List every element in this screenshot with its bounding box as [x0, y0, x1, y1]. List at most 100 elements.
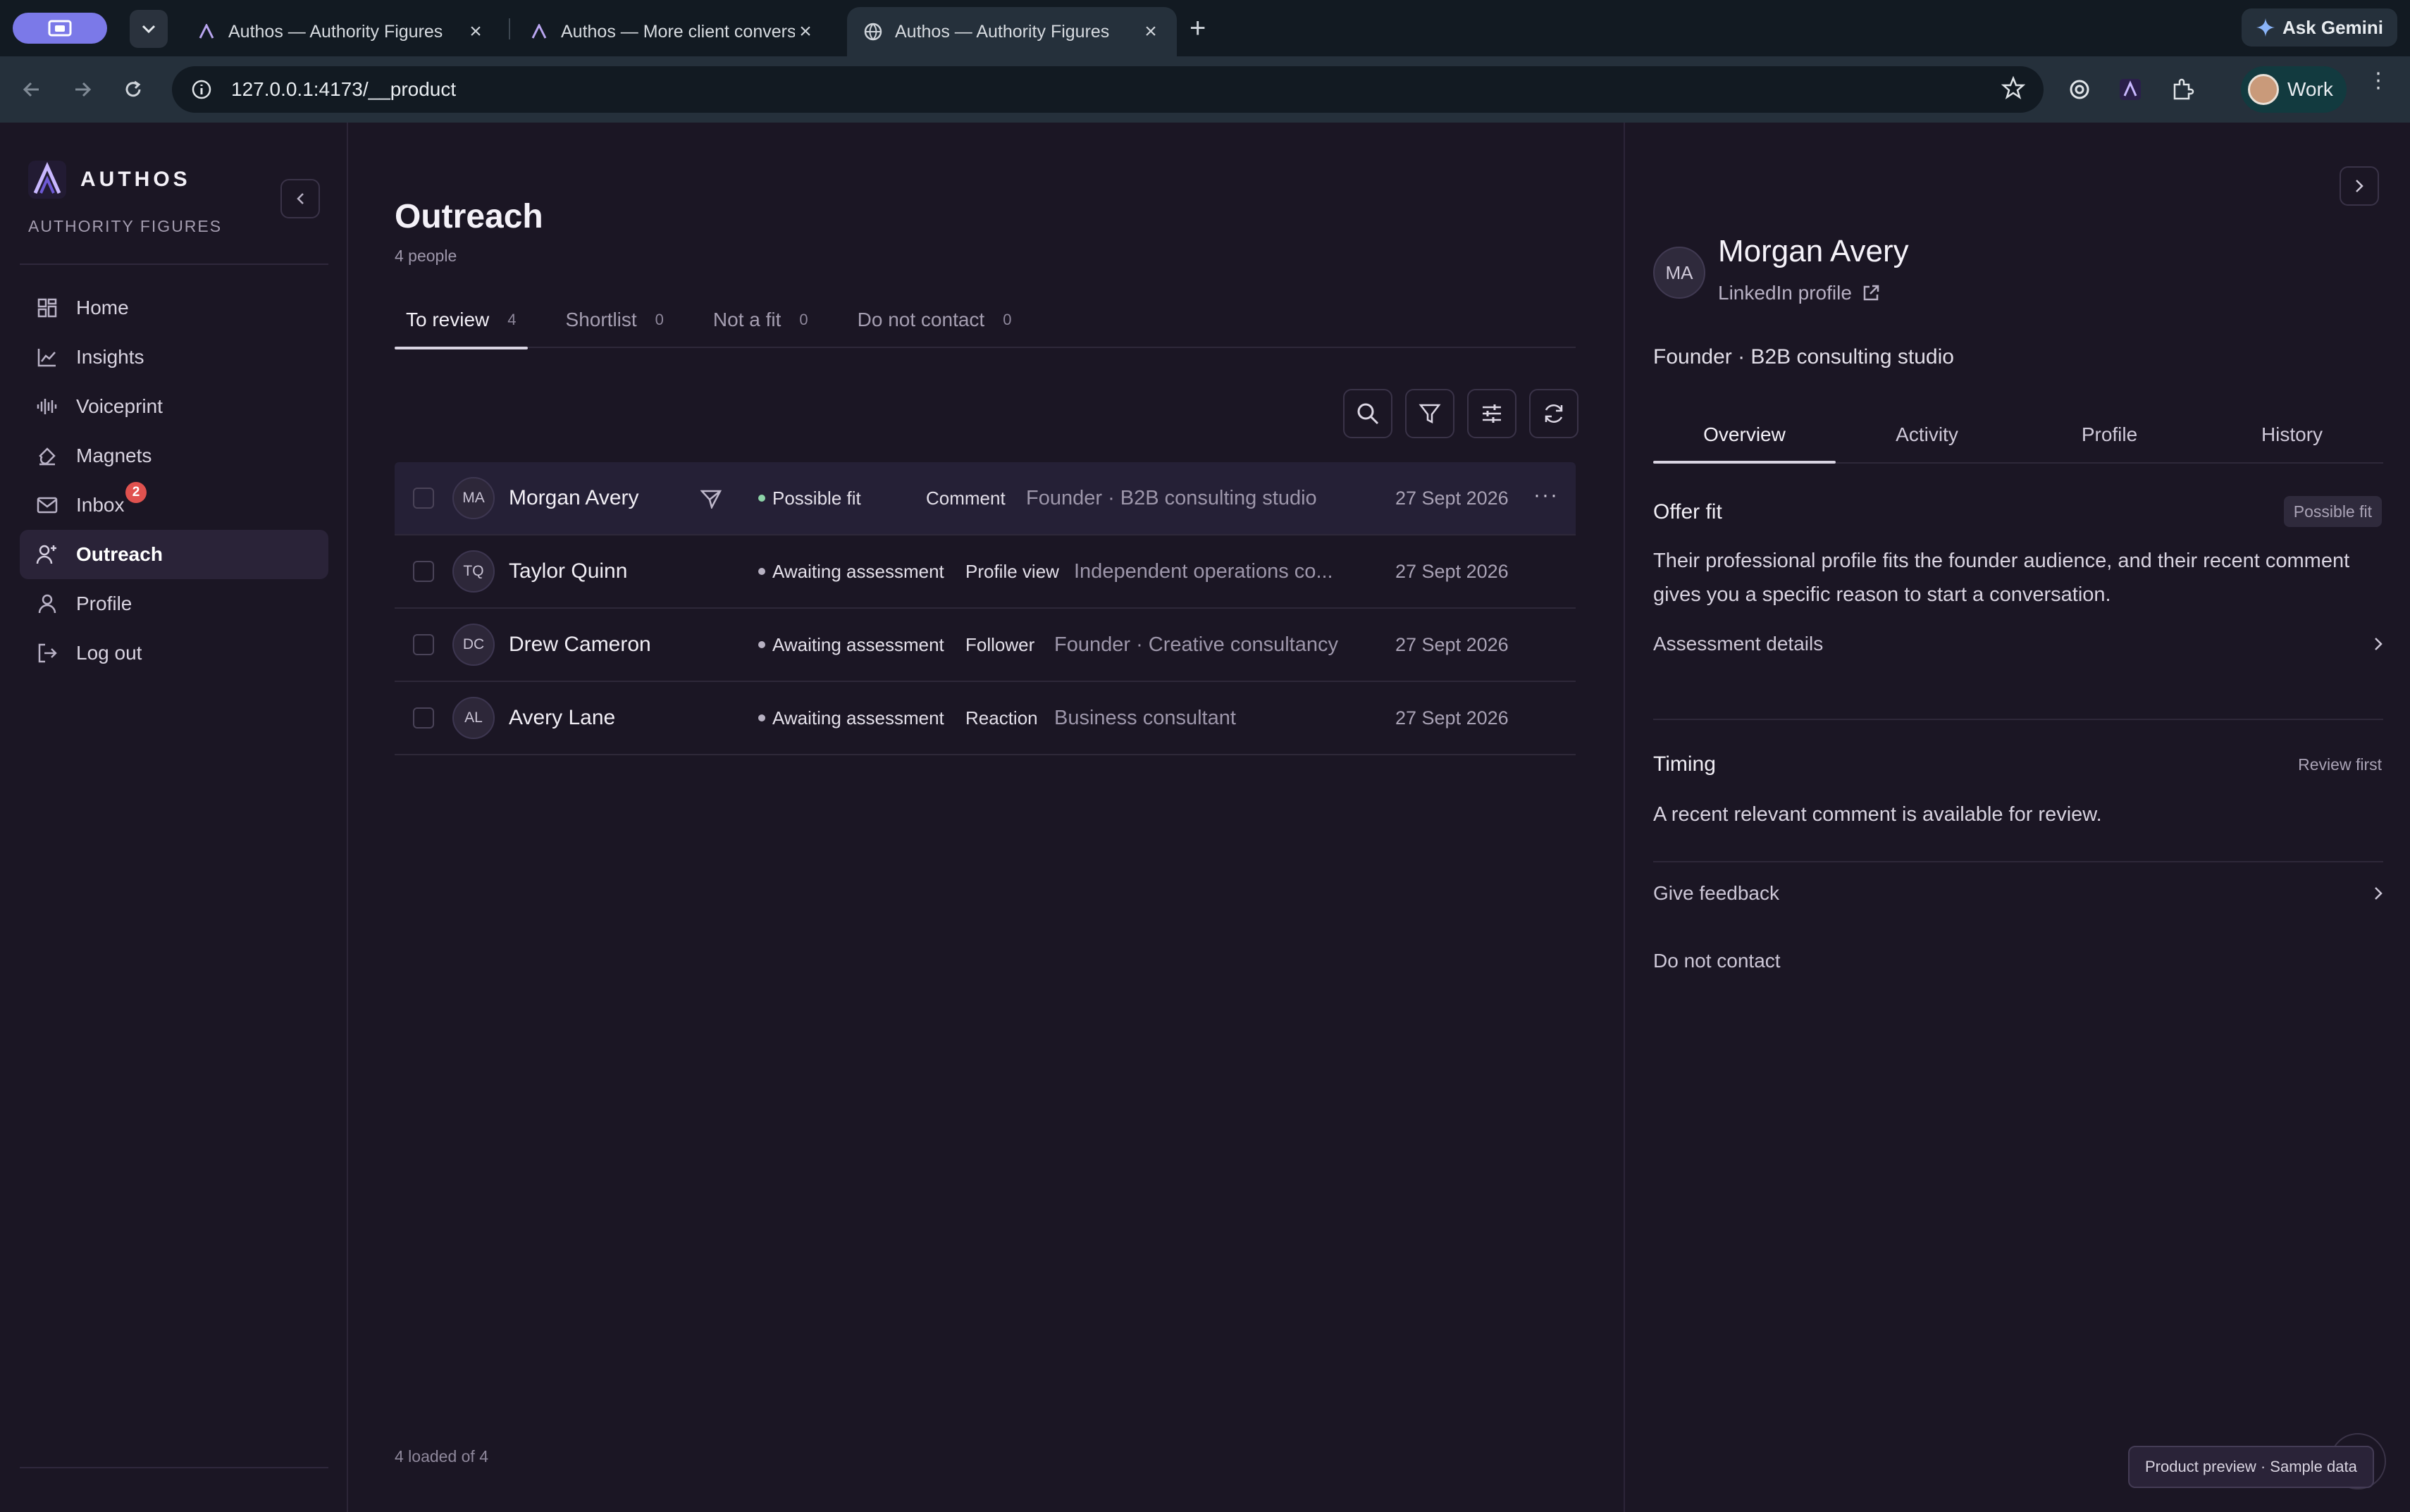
row-checkbox[interactable]: [413, 561, 434, 582]
tab-label: To review: [406, 309, 490, 330]
signal-label: Reaction: [965, 707, 1038, 729]
tab-activity[interactable]: Activity: [1836, 407, 2018, 462]
extensions-puzzle-icon[interactable]: [2166, 73, 2199, 106]
linkedin-link-label: LinkedIn profile: [1718, 282, 1852, 304]
openai-extension-icon[interactable]: [2063, 73, 2096, 106]
table-row[interactable]: DC Drew Cameron Awaiting assessment Foll…: [395, 609, 1576, 682]
do-not-contact-button[interactable]: Do not contact: [1653, 940, 2383, 982]
user-plus-icon: [35, 543, 59, 566]
close-icon[interactable]: ×: [1140, 20, 1161, 44]
status-dot: [758, 641, 765, 648]
row-checkbox[interactable]: [413, 488, 434, 509]
sidebar-item-profile[interactable]: Profile: [20, 579, 328, 628]
page-title: Outreach: [395, 198, 543, 235]
avatar: TQ: [452, 550, 495, 593]
signal-label: Follower: [965, 633, 1035, 655]
linkedin-profile-link[interactable]: LinkedIn profile: [1718, 282, 1880, 304]
tab-title: Authos — More client convers: [561, 21, 795, 42]
tab-group-button[interactable]: [13, 13, 107, 44]
filter-button[interactable]: [1405, 389, 1454, 438]
assessment-details-link[interactable]: Assessment details: [1653, 623, 2383, 665]
search-button[interactable]: [1343, 389, 1392, 438]
external-link-icon: [1863, 285, 1879, 301]
avatar: MA: [1653, 247, 1705, 299]
sidebar-item-insights[interactable]: Insights: [20, 333, 328, 382]
refresh-button[interactable]: [1529, 389, 1578, 438]
browser-tab-active[interactable]: Authos — Authority Figures ×: [847, 7, 1177, 56]
browser-tab[interactable]: Authos — Authority Figures ×: [180, 7, 502, 56]
close-icon[interactable]: ×: [795, 20, 816, 44]
close-icon[interactable]: ×: [465, 20, 486, 44]
new-tab-button[interactable]: +: [1189, 13, 1206, 44]
sidebar-item-logout[interactable]: Log out: [20, 628, 328, 678]
address-bar[interactable]: 127.0.0.1:4173/__product: [172, 66, 2044, 113]
sidebar: AUTHOS AUTHORITY FIGURES Home Insights V…: [0, 123, 348, 1512]
list-toolbar: [1343, 389, 1578, 438]
tab-not-a-fit[interactable]: Not a fit 0: [702, 292, 820, 348]
authos-extension-icon[interactable]: [2114, 73, 2146, 106]
table-row[interactable]: AL Avery Lane Awaiting assessment Reacti…: [395, 682, 1576, 755]
row-checkbox[interactable]: [413, 634, 434, 655]
tab-search-button[interactable]: [130, 10, 168, 48]
section-divider: [1653, 719, 2383, 720]
person-name[interactable]: Morgan Avery: [509, 486, 706, 510]
site-info-icon[interactable]: [189, 77, 214, 102]
reload-icon[interactable]: [117, 73, 149, 106]
detail-tabs: Overview Activity Profile History: [1653, 407, 2383, 464]
table-row[interactable]: MA Morgan Avery Possible fit Comment Fou…: [395, 462, 1576, 535]
tab-profile[interactable]: Profile: [2018, 407, 2201, 462]
give-feedback-link[interactable]: Give feedback: [1653, 872, 2383, 915]
collapse-sidebar-button[interactable]: [280, 179, 320, 218]
status-badge: Possible fit: [758, 488, 861, 509]
timing-text: A recent relevant comment is available f…: [1653, 803, 2102, 826]
tab-shortlist[interactable]: Shortlist 0: [555, 292, 675, 348]
person-name[interactable]: Avery Lane: [509, 706, 706, 730]
fit-status-badge: Possible fit: [2283, 496, 2382, 527]
chevron-right-icon: [2375, 638, 2383, 650]
sidebar-item-home[interactable]: Home: [20, 283, 328, 333]
person-headline: Independent operations co...: [1074, 559, 1333, 583]
person-name[interactable]: Drew Cameron: [509, 633, 706, 657]
tab-label: Shortlist: [565, 309, 637, 330]
send-icon[interactable]: [700, 489, 722, 514]
person-headline: Founder · B2B consulting studio: [1026, 486, 1317, 509]
sidebar-item-voiceprint[interactable]: Voiceprint: [20, 382, 328, 431]
tab-count: 4: [507, 311, 517, 328]
row-date: 27 Sept 2026: [1395, 560, 1509, 582]
status-badge: Awaiting assessment: [758, 561, 944, 583]
outreach-main: Outreach 4 people To review 4 Shortlist …: [350, 123, 1624, 1512]
sidebar-item-label: Magnets: [76, 445, 152, 466]
more-options-icon[interactable]: ···: [1533, 483, 1559, 507]
tab-to-review[interactable]: To review 4: [395, 292, 528, 349]
person-detail-panel: MA Morgan Avery LinkedIn profile Founder…: [1624, 123, 2410, 1512]
offer-fit-text: Their professional profile fits the foun…: [1653, 550, 2350, 606]
loaded-count: 4 loaded of 4: [395, 1447, 489, 1465]
sidebar-item-magnets[interactable]: Magnets: [20, 431, 328, 481]
chart-icon: [35, 345, 59, 369]
tab-history[interactable]: History: [2201, 407, 2383, 462]
bookmark-star-icon[interactable]: [2001, 75, 2026, 105]
person-name[interactable]: Taylor Quinn: [509, 559, 706, 583]
brand: AUTHOS: [28, 161, 191, 199]
forward-icon[interactable]: [66, 73, 99, 106]
chevron-down-icon: [142, 25, 156, 34]
profile-button[interactable]: Work: [2241, 66, 2347, 113]
close-panel-button[interactable]: [2340, 166, 2379, 206]
tab-do-not-contact[interactable]: Do not contact 0: [846, 292, 1023, 348]
ask-gemini-button[interactable]: Ask Gemini: [2241, 8, 2397, 47]
status-dot: [758, 568, 765, 575]
browser-tab[interactable]: Authos — More client convers ×: [513, 7, 832, 56]
url-text: 127.0.0.1:4173/__product: [231, 78, 457, 100]
table-row[interactable]: TQ Taylor Quinn Awaiting assessment Prof…: [395, 535, 1576, 609]
tab-count: 0: [655, 311, 664, 328]
sidebar-item-inbox[interactable]: Inbox 2: [20, 481, 328, 530]
row-checkbox[interactable]: [413, 707, 434, 729]
back-icon[interactable]: [16, 73, 48, 106]
sample-data-notice: Product preview · Sample data: [2128, 1446, 2374, 1488]
row-date: 27 Sept 2026: [1395, 633, 1509, 655]
browser-menu-icon[interactable]: ⋮: [2368, 70, 2389, 92]
tab-overview[interactable]: Overview: [1653, 407, 1836, 464]
display-settings-button[interactable]: [1467, 389, 1516, 438]
globe-icon: [863, 21, 884, 42]
sidebar-item-outreach[interactable]: Outreach: [20, 530, 328, 579]
